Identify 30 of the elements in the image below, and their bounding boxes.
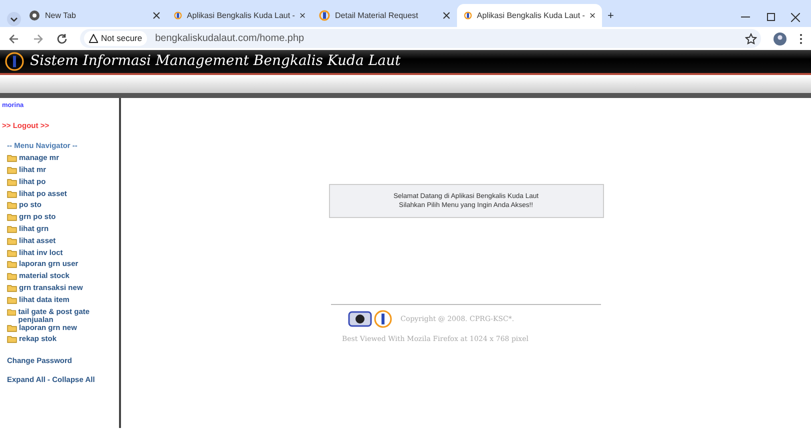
emblem-icon	[174, 10, 182, 21]
url-text: bengkaliskudalaut.com/home.php	[155, 32, 306, 46]
site-title: Sistem Informasi Management Bengkalis Kuda Laut	[30, 52, 401, 71]
new-tab-button[interactable]: +	[608, 8, 614, 24]
emblem-icon	[374, 310, 392, 328]
address-bar[interactable]: Not secure bengkaliskudalaut.com/home.php	[80, 29, 761, 48]
camera-icon	[348, 311, 372, 327]
profile-icon	[773, 32, 787, 46]
restore-icon	[766, 13, 774, 21]
back-icon	[8, 32, 20, 44]
browser-tab[interactable]: Aplikasi Bengkalis Kuda Laut -	[457, 4, 602, 27]
browser-tab[interactable]: Detail Material Request	[312, 4, 457, 27]
more-icon	[799, 32, 803, 44]
security-indicator[interactable]: Not secure	[84, 31, 148, 46]
chevron-down-icon	[6, 11, 22, 27]
star-icon	[745, 32, 757, 44]
warning-icon	[89, 34, 98, 43]
minimize-icon	[741, 16, 750, 18]
emblem-icon	[5, 52, 24, 71]
reload-icon	[56, 32, 68, 44]
close-icon	[153, 12, 160, 19]
emblem-icon	[464, 10, 472, 21]
browser-tab[interactable]: New Tab	[22, 4, 167, 27]
close-icon	[443, 12, 450, 19]
close-icon	[791, 12, 800, 22]
forward-icon	[32, 32, 44, 44]
close-icon	[590, 12, 595, 19]
emblem-icon	[319, 10, 330, 21]
browser-tab[interactable]: Aplikasi Bengkalis Kuda Laut -	[167, 4, 312, 27]
close-icon	[300, 12, 305, 19]
